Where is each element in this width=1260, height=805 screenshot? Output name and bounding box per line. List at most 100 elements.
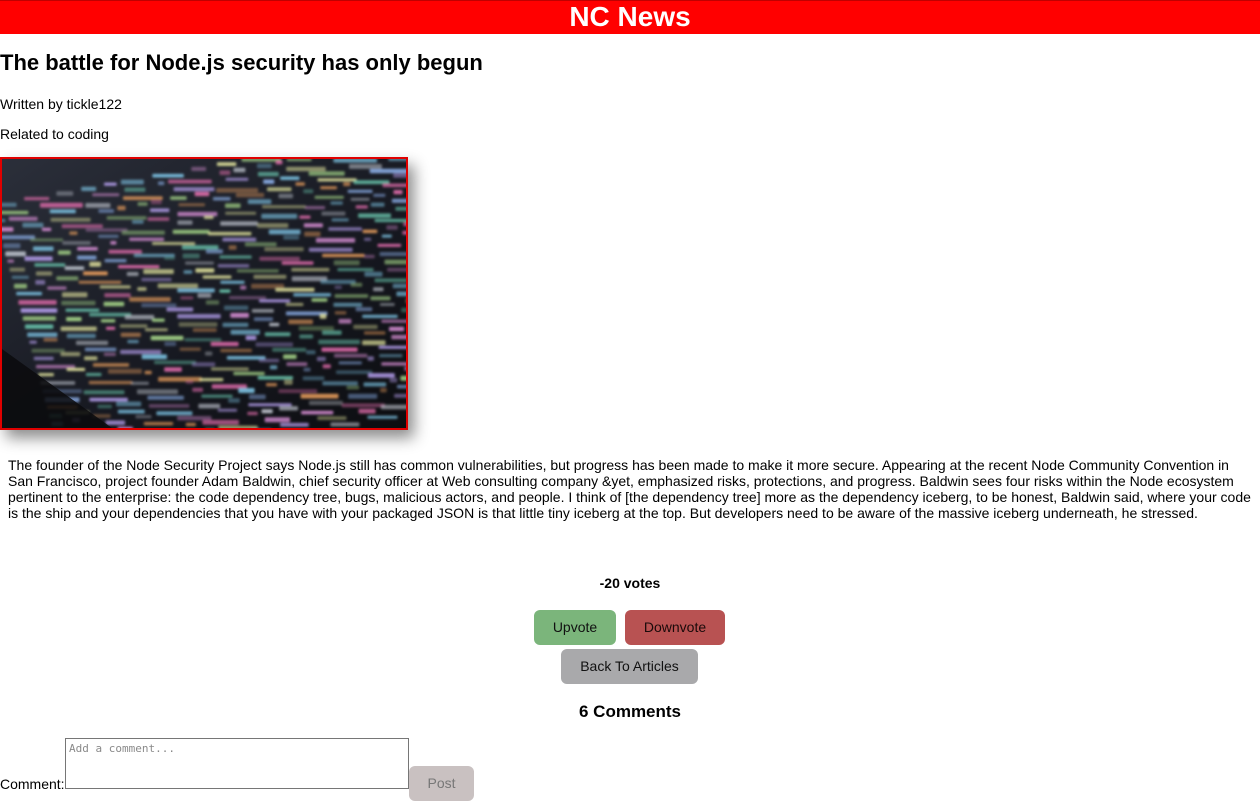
code-glyph-block bbox=[83, 271, 108, 276]
code-glyph-block bbox=[394, 393, 406, 398]
code-glyph-block bbox=[336, 370, 373, 374]
code-glyph-block bbox=[267, 187, 292, 192]
code-glyph-block bbox=[108, 368, 142, 374]
code-glyph-block bbox=[166, 307, 194, 312]
code-glyph-block bbox=[20, 308, 58, 313]
code-glyph-block bbox=[298, 326, 334, 331]
comment-input[interactable] bbox=[65, 738, 409, 789]
code-glyph-block bbox=[257, 223, 289, 228]
code-glyph-block bbox=[120, 332, 141, 337]
code-glyph-block bbox=[61, 224, 103, 229]
upvote-button[interactable]: Upvote bbox=[534, 610, 616, 645]
code-glyph-block bbox=[253, 317, 273, 321]
code-glyph-block bbox=[208, 231, 252, 236]
code-glyph-block bbox=[120, 349, 162, 355]
code-glyph-block bbox=[60, 352, 81, 357]
code-glyph-block bbox=[293, 293, 331, 297]
code-glyph-block bbox=[303, 189, 314, 194]
code-glyph-block bbox=[11, 275, 29, 279]
code-glyph-block bbox=[33, 246, 54, 251]
code-glyph-block bbox=[150, 335, 184, 341]
code-glyph-block bbox=[49, 209, 76, 214]
code-glyph-block bbox=[184, 338, 222, 342]
code-glyph-block bbox=[370, 202, 385, 207]
code-glyph-block bbox=[238, 388, 255, 393]
code-glyph-block bbox=[202, 419, 239, 425]
code-glyph-block bbox=[257, 376, 293, 380]
code-glyph-block bbox=[150, 199, 162, 205]
code-glyph-block bbox=[117, 409, 145, 414]
code-glyph-block bbox=[263, 179, 275, 184]
code-glyph-block bbox=[183, 270, 193, 274]
code-glyph-block bbox=[83, 390, 125, 395]
code-glyph-block bbox=[24, 256, 53, 261]
code-glyph-block bbox=[9, 267, 25, 272]
code-glyph-block bbox=[31, 348, 65, 353]
code-glyph-block bbox=[291, 267, 330, 272]
code-glyph-block bbox=[3, 243, 21, 249]
code-glyph-block bbox=[261, 213, 298, 219]
code-glyph-block bbox=[89, 397, 128, 402]
code-glyph-block bbox=[156, 411, 193, 416]
code-glyph-block bbox=[228, 245, 237, 250]
code-glyph-block bbox=[103, 352, 116, 356]
code-glyph-block bbox=[30, 238, 64, 242]
code-glyph-block bbox=[58, 250, 71, 255]
code-glyph-block bbox=[377, 243, 402, 247]
code-glyph-block bbox=[374, 218, 406, 223]
code-glyph-block bbox=[173, 187, 215, 192]
code-glyph-block bbox=[195, 268, 215, 273]
code-glyph-block bbox=[98, 209, 114, 213]
code-glyph-block bbox=[168, 179, 212, 184]
code-glyph-block bbox=[331, 218, 349, 222]
code-glyph-block bbox=[320, 279, 356, 284]
code-glyph-block bbox=[346, 385, 360, 390]
code-glyph-block bbox=[177, 220, 193, 225]
code-glyph-block bbox=[259, 299, 291, 303]
code-glyph-block bbox=[92, 193, 120, 197]
code-glyph-block bbox=[141, 303, 177, 308]
code-glyph-block bbox=[319, 313, 327, 319]
back-to-articles-button[interactable]: Back To Articles bbox=[561, 649, 698, 684]
code-glyph-block bbox=[269, 322, 280, 327]
code-glyph-block bbox=[257, 163, 272, 169]
code-glyph-block bbox=[84, 347, 117, 352]
code-glyph-block bbox=[217, 264, 250, 268]
code-glyph-block bbox=[248, 403, 292, 407]
code-glyph-block bbox=[322, 381, 358, 386]
code-glyph-block bbox=[108, 249, 142, 254]
code-glyph-block bbox=[295, 182, 305, 186]
downvote-button[interactable]: Downvote bbox=[625, 610, 725, 645]
code-glyph-block bbox=[322, 364, 331, 369]
code-glyph-block bbox=[244, 242, 277, 247]
code-glyph-block bbox=[147, 217, 170, 221]
code-glyph-block bbox=[121, 230, 165, 235]
code-glyph-block bbox=[236, 269, 279, 273]
code-glyph-block bbox=[306, 350, 316, 355]
code-glyph-block bbox=[392, 283, 406, 289]
code-glyph-block bbox=[285, 302, 304, 306]
code-glyph-block bbox=[85, 372, 102, 377]
post-comment-button[interactable]: Post bbox=[409, 766, 474, 801]
article-image bbox=[0, 157, 408, 430]
code-glyph-block bbox=[286, 166, 326, 172]
code-glyph-block bbox=[98, 234, 119, 238]
vote-count: -20 votes bbox=[599, 575, 661, 591]
code-glyph-block bbox=[380, 404, 406, 410]
code-glyph-block bbox=[50, 217, 91, 222]
code-glyph-block bbox=[197, 293, 212, 298]
code-glyph-block bbox=[103, 301, 125, 307]
code-glyph-block bbox=[89, 261, 101, 267]
code-glyph-block bbox=[280, 176, 300, 180]
code-glyph-block bbox=[16, 291, 42, 296]
code-glyph-block bbox=[29, 340, 37, 344]
code-glyph-block bbox=[199, 378, 224, 382]
code-glyph-block bbox=[381, 234, 392, 238]
code-glyph-block bbox=[158, 376, 202, 382]
code-glyph-block bbox=[308, 171, 345, 176]
code-glyph-block bbox=[347, 189, 373, 193]
code-glyph-block bbox=[333, 302, 363, 307]
code-glyph-block bbox=[110, 241, 117, 245]
code-glyph-block bbox=[264, 332, 291, 337]
code-glyph-block bbox=[225, 211, 257, 215]
